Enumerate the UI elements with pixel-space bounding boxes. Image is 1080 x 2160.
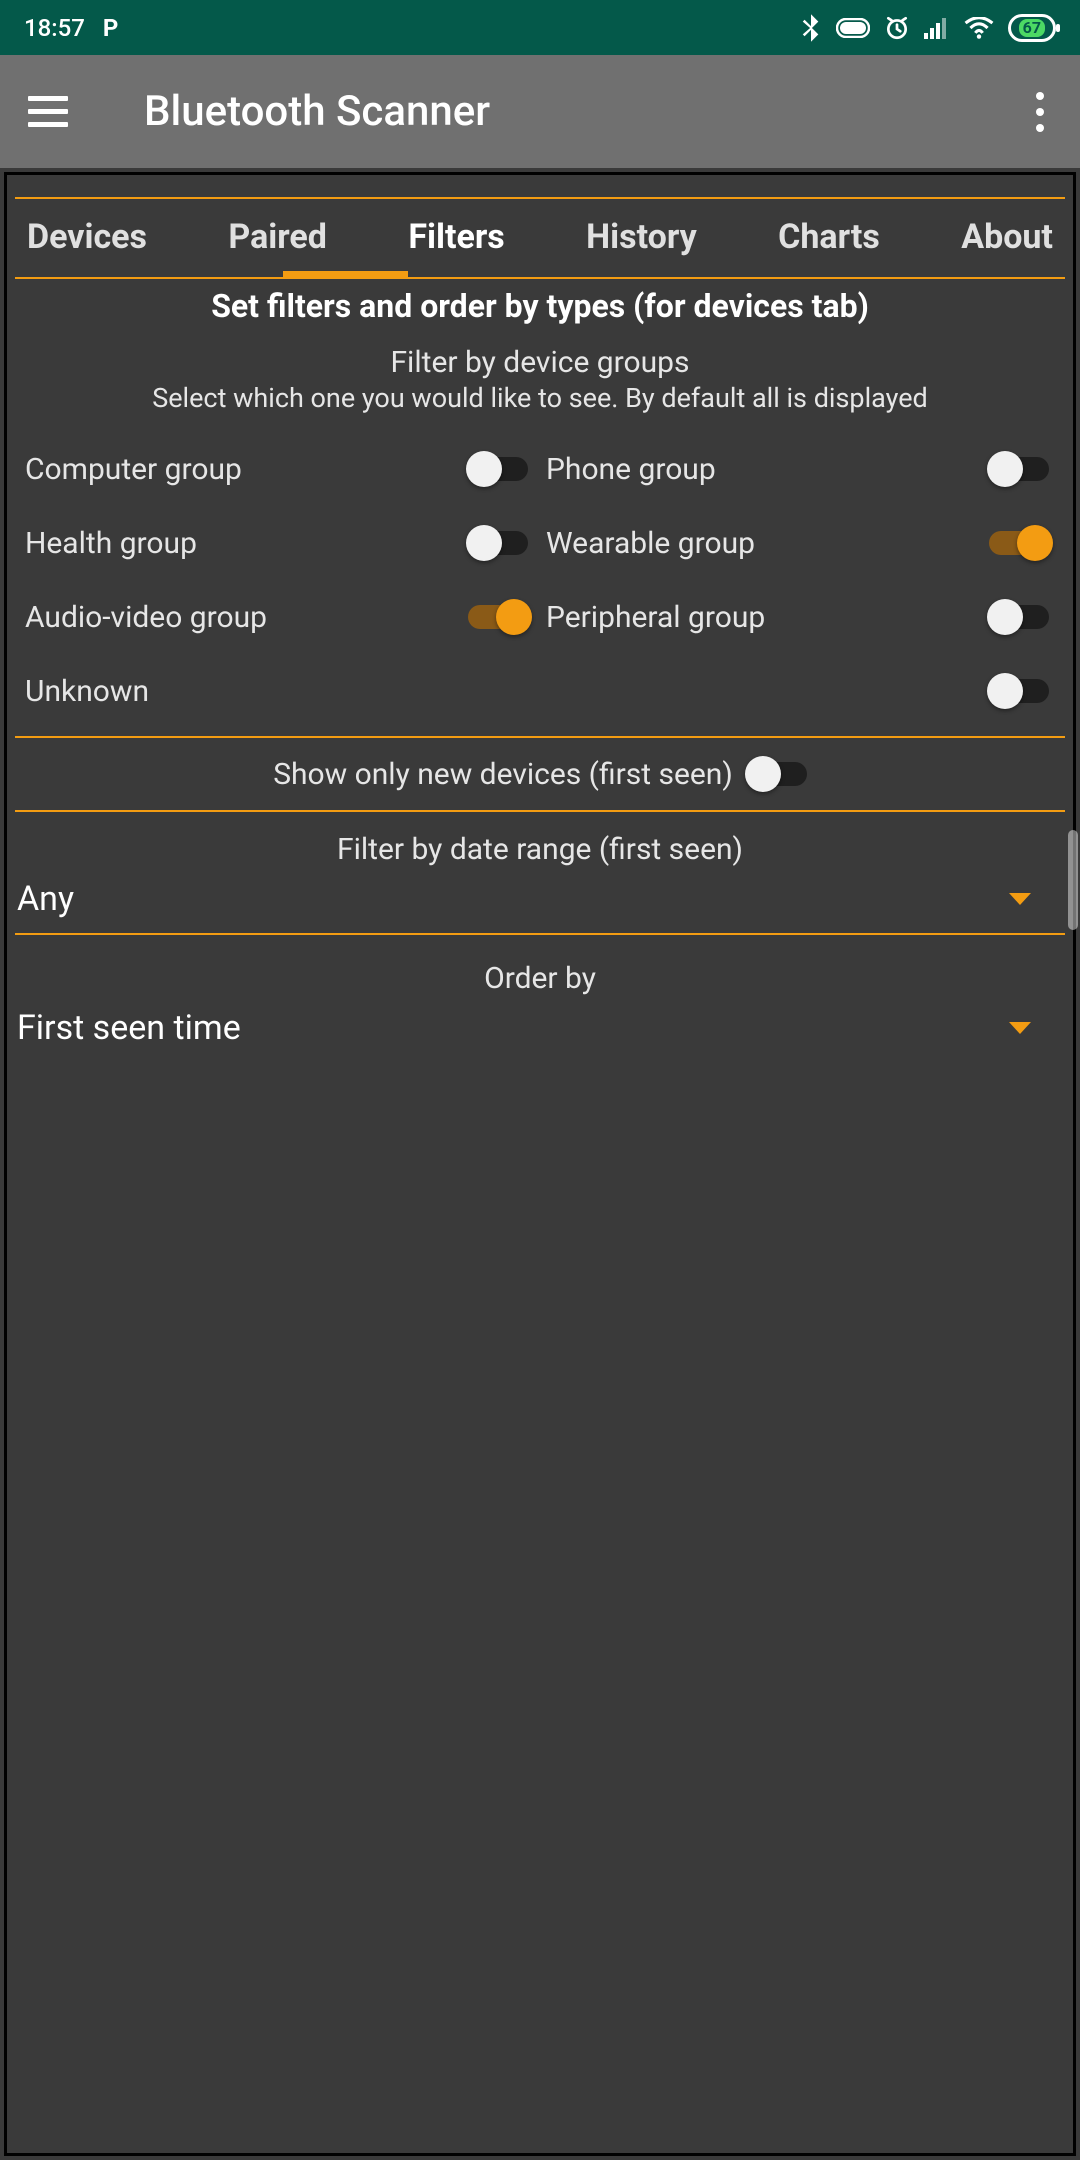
date-range-section: Filter by date range (first seen) Any (15, 810, 1065, 935)
wearable-switch[interactable] (989, 525, 1049, 561)
filters-title: Set filters and order by types (for devi… (15, 279, 1065, 343)
status-bar: 18:57 P 67 (0, 0, 1080, 55)
groups-subtitle: Filter by device groups (15, 343, 1065, 382)
app-title: Bluetooth Scanner (144, 87, 1028, 136)
toggle-row-health: Health group (19, 506, 540, 580)
tab-history[interactable]: History (586, 217, 697, 265)
date-range-value: Any (17, 879, 74, 919)
chevron-down-icon (1009, 1022, 1031, 1034)
phone-switch[interactable] (989, 451, 1049, 487)
tab-indicator (283, 271, 408, 279)
toggle-label: Peripheral group (540, 600, 765, 635)
computer-switch[interactable] (468, 451, 528, 487)
toggle-row-peripheral: Peripheral group (540, 580, 1061, 654)
status-right: 67 (800, 14, 1056, 42)
groups-desc: Select which one you would like to see. … (15, 382, 1065, 432)
toggle-label: Wearable group (540, 526, 755, 561)
toggle-row-phone: Phone group (540, 432, 1061, 506)
new-devices-switch[interactable] (747, 756, 807, 792)
bluetooth-icon (800, 14, 822, 42)
signal-icon (924, 17, 950, 39)
date-range-dropdown[interactable]: Any (15, 875, 1065, 927)
wifi-icon (964, 17, 994, 39)
toggle-label: Phone group (540, 452, 716, 487)
scroll-indicator[interactable] (1068, 830, 1078, 930)
toggle-label: Unknown (19, 674, 149, 709)
toggle-label: Audio-video group (19, 600, 267, 635)
toggle-row-computer: Computer group (19, 432, 540, 506)
order-by-label: Order by (15, 961, 1065, 1004)
tab-charts[interactable]: Charts (778, 217, 880, 265)
status-time: 18:57 (24, 14, 85, 42)
toggle-grid: Computer group Phone group Health group … (15, 432, 1065, 728)
unknown-switch[interactable] (989, 673, 1049, 709)
tab-about[interactable]: About (961, 217, 1053, 265)
overflow-menu-icon[interactable] (1028, 92, 1052, 132)
tab-bar: Devices Paired Filters History Charts Ab… (15, 199, 1065, 279)
app-bar: Bluetooth Scanner (0, 55, 1080, 168)
new-devices-section: Show only new devices (first seen) (15, 736, 1065, 810)
health-switch[interactable] (468, 525, 528, 561)
order-by-dropdown[interactable]: First seen time (15, 1004, 1065, 1056)
content-area: Devices Paired Filters History Charts Ab… (0, 168, 1080, 2160)
date-range-label: Filter by date range (first seen) (15, 832, 1065, 875)
tab-filters[interactable]: Filters (408, 217, 504, 265)
status-app-badge: P (103, 14, 118, 42)
new-devices-label: Show only new devices (first seen) (273, 757, 733, 792)
toggle-row-audiovideo: Audio-video group (19, 580, 540, 654)
tab-paired[interactable]: Paired (228, 217, 327, 265)
audiovideo-switch[interactable] (468, 599, 528, 635)
alarm-icon (884, 15, 910, 41)
chevron-down-icon (1009, 893, 1031, 905)
toggle-row-wearable: Wearable group (540, 506, 1061, 580)
menu-icon[interactable] (28, 96, 68, 127)
peripheral-switch[interactable] (989, 599, 1049, 635)
toggle-label: Computer group (19, 452, 242, 487)
tab-devices[interactable]: Devices (27, 217, 147, 265)
order-by-value: First seen time (17, 1008, 241, 1048)
pill-icon (836, 18, 870, 38)
status-left: 18:57 P (24, 14, 118, 42)
order-by-section: Order by First seen time (15, 935, 1065, 1066)
toggle-row-unknown: Unknown (19, 654, 1061, 728)
toggle-label: Health group (19, 526, 197, 561)
battery-icon: 67 (1008, 14, 1056, 42)
battery-level: 67 (1019, 19, 1045, 37)
